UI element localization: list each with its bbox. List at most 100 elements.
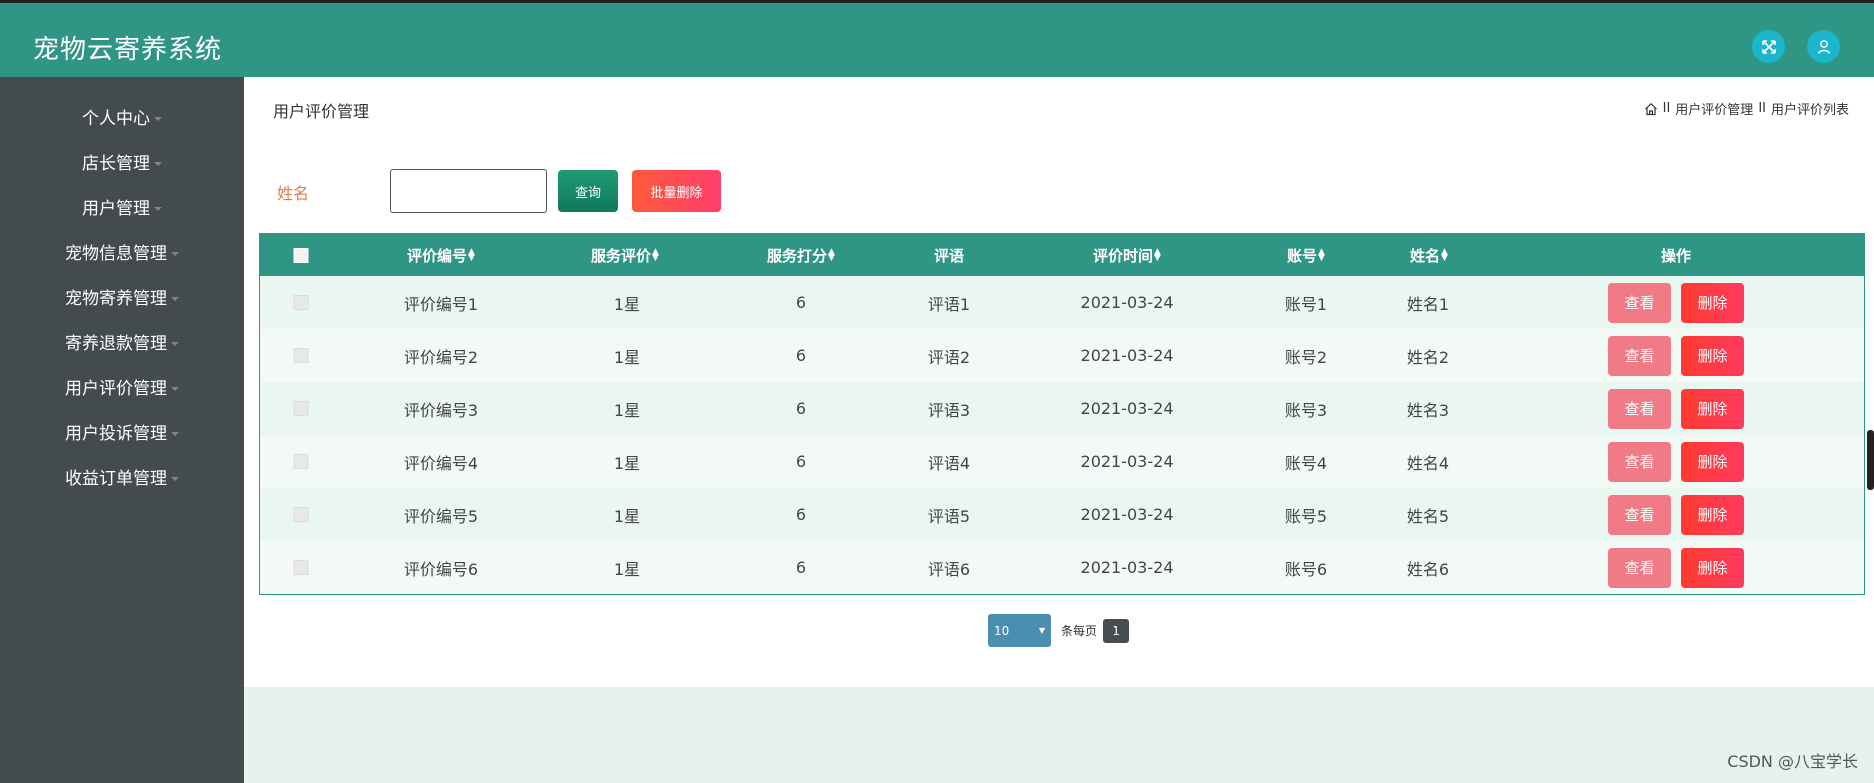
cell-comment: 评语2 bbox=[927, 347, 971, 367]
cell-account: 账号3 bbox=[1284, 400, 1328, 420]
delete-button[interactable]: 删除 bbox=[1681, 388, 1744, 429]
sidebar-item-label: 用户评价管理 bbox=[65, 379, 167, 399]
breadcrumb-item-reviews[interactable]: 用户评价管理 bbox=[1675, 99, 1753, 118]
cell-name: 姓名1 bbox=[1406, 294, 1450, 314]
cell-actions: 查看 删除 bbox=[1608, 541, 1744, 594]
cell-comment: 评语5 bbox=[927, 506, 971, 526]
delete-button[interactable]: 删除 bbox=[1681, 547, 1744, 588]
sidebar-item-users[interactable]: 用户管理 bbox=[0, 189, 244, 229]
table-row: 评价编号1 1星 6 评语1 2021-03-24 账号1 姓名1 查看 删除 bbox=[260, 276, 1864, 329]
view-button[interactable]: 查看 bbox=[1608, 547, 1671, 588]
per-page-label: 条每页 bbox=[1061, 624, 1098, 638]
cell-score: 6 bbox=[795, 399, 807, 418]
breadcrumb-item-review-list: 用户评价列表 bbox=[1770, 103, 1849, 118]
cell-score: 6 bbox=[795, 346, 807, 365]
top-header: 宠物云寄养系统 bbox=[0, 0, 1874, 77]
sidebar-item-complaints[interactable]: 用户投诉管理 bbox=[0, 414, 244, 454]
sidebar-item-label: 宠物信息管理 bbox=[65, 244, 167, 264]
cell-time: 2021-03-24 bbox=[1080, 293, 1174, 312]
view-button[interactable]: 查看 bbox=[1608, 441, 1671, 482]
batch-delete-button[interactable]: 批量删除 bbox=[632, 170, 721, 212]
cell-account: 账号2 bbox=[1284, 347, 1328, 367]
row-checkbox[interactable] bbox=[293, 348, 309, 363]
sidebar-item-label: 宠物寄养管理 bbox=[65, 289, 167, 309]
view-button[interactable]: 查看 bbox=[1608, 494, 1671, 535]
cell-service: 1星 bbox=[613, 506, 641, 526]
delete-button[interactable]: 删除 bbox=[1681, 282, 1744, 323]
cell-id: 评价编号1 bbox=[403, 294, 479, 314]
user-menu-button[interactable] bbox=[1807, 30, 1840, 63]
sort-icon: ▲ ▼ bbox=[468, 247, 475, 263]
sort-icon: ▲ ▼ bbox=[1441, 247, 1448, 263]
breadcrumb-separator: II bbox=[1758, 101, 1766, 116]
cell-account: 账号5 bbox=[1284, 506, 1328, 526]
sidebar-item-personal-center[interactable]: 个人中心 bbox=[0, 99, 244, 139]
column-header-time[interactable]: 评价时间 ▲ ▼ bbox=[1093, 234, 1161, 276]
column-header-id[interactable]: 评价编号 ▲ ▼ bbox=[407, 234, 475, 276]
fullscreen-button[interactable] bbox=[1752, 30, 1785, 63]
row-checkbox[interactable] bbox=[293, 560, 309, 575]
cell-comment: 评语4 bbox=[927, 453, 971, 473]
sidebar-item-pet-boarding[interactable]: 宠物寄养管理 bbox=[0, 279, 244, 319]
chevron-down-icon bbox=[171, 252, 179, 256]
page-number-button[interactable]: 1 bbox=[1103, 618, 1130, 643]
chevron-down-icon bbox=[171, 387, 179, 391]
cell-name: 姓名2 bbox=[1406, 347, 1450, 367]
name-search-input[interactable] bbox=[390, 169, 547, 213]
chevron-down-icon bbox=[171, 342, 179, 346]
sort-icon: ▲ ▼ bbox=[1154, 247, 1161, 263]
cell-time: 2021-03-24 bbox=[1080, 558, 1174, 577]
column-header-account[interactable]: 账号 ▲ ▼ bbox=[1287, 234, 1325, 276]
delete-button[interactable]: 删除 bbox=[1681, 335, 1744, 376]
sidebar-item-revenue-orders[interactable]: 收益订单管理 bbox=[0, 459, 244, 499]
scrollbar-thumb[interactable] bbox=[1867, 430, 1874, 490]
chevron-down-icon bbox=[154, 117, 162, 121]
sort-icon: ▲ ▼ bbox=[1318, 247, 1325, 263]
sidebar-item-manager[interactable]: 店长管理 bbox=[0, 144, 244, 184]
sidebar-item-pet-info[interactable]: 宠物信息管理 bbox=[0, 234, 244, 274]
cell-comment: 评语6 bbox=[927, 559, 971, 579]
delete-button[interactable]: 删除 bbox=[1681, 441, 1744, 482]
sidebar-item-reviews[interactable]: 用户评价管理 bbox=[0, 369, 244, 409]
cell-score: 6 bbox=[795, 452, 807, 471]
cell-id: 评价编号2 bbox=[403, 347, 479, 367]
cell-id: 评价编号3 bbox=[403, 400, 479, 420]
cell-score: 6 bbox=[795, 558, 807, 577]
row-checkbox[interactable] bbox=[293, 507, 309, 522]
cell-service: 1星 bbox=[613, 400, 641, 420]
cell-actions: 查看 删除 bbox=[1608, 329, 1744, 382]
column-header-name[interactable]: 姓名 ▲ ▼ bbox=[1410, 234, 1448, 276]
column-header-service[interactable]: 服务评价 ▲ ▼ bbox=[591, 234, 659, 276]
cell-time: 2021-03-24 bbox=[1080, 505, 1174, 524]
page-size-value: 10 bbox=[994, 623, 1010, 638]
column-header-score[interactable]: 服务打分 ▲ ▼ bbox=[767, 234, 835, 276]
sidebar-item-refunds[interactable]: 寄养退款管理 bbox=[0, 324, 244, 364]
sidebar: 个人中心 店长管理 用户管理 宠物信息管理 宠物寄养管理 寄养退款管理 用户评价… bbox=[0, 77, 244, 783]
row-checkbox[interactable] bbox=[293, 454, 309, 469]
table-row: 评价编号2 1星 6 评语2 2021-03-24 账号2 姓名2 查看 删除 bbox=[260, 329, 1864, 382]
chevron-down-icon bbox=[171, 297, 179, 301]
delete-button[interactable]: 删除 bbox=[1681, 494, 1744, 535]
row-checkbox[interactable] bbox=[293, 401, 309, 416]
query-button[interactable]: 查询 bbox=[558, 170, 618, 212]
sidebar-item-label: 个人中心 bbox=[82, 109, 150, 129]
row-checkbox[interactable] bbox=[293, 295, 309, 310]
view-button[interactable]: 查看 bbox=[1608, 335, 1671, 376]
chevron-down-icon bbox=[171, 477, 179, 481]
cell-id: 评价编号5 bbox=[403, 506, 479, 526]
user-icon bbox=[1817, 39, 1830, 54]
cell-actions: 查看 删除 bbox=[1608, 488, 1744, 541]
home-icon[interactable] bbox=[1644, 102, 1658, 116]
cell-score: 6 bbox=[795, 505, 807, 524]
view-button[interactable]: 查看 bbox=[1608, 282, 1671, 323]
name-search-label: 姓名 bbox=[277, 184, 310, 203]
sort-icon: ▲ ▼ bbox=[652, 247, 659, 263]
select-all-checkbox[interactable] bbox=[293, 247, 309, 263]
cell-account: 账号1 bbox=[1284, 294, 1328, 314]
page-size-select[interactable]: 10 ▼ bbox=[988, 614, 1051, 647]
view-button[interactable]: 查看 bbox=[1608, 388, 1671, 429]
sidebar-item-label: 用户管理 bbox=[82, 199, 150, 219]
cell-name: 姓名4 bbox=[1406, 453, 1450, 473]
cell-comment: 评语3 bbox=[927, 400, 971, 420]
cell-time: 2021-03-24 bbox=[1080, 452, 1174, 471]
